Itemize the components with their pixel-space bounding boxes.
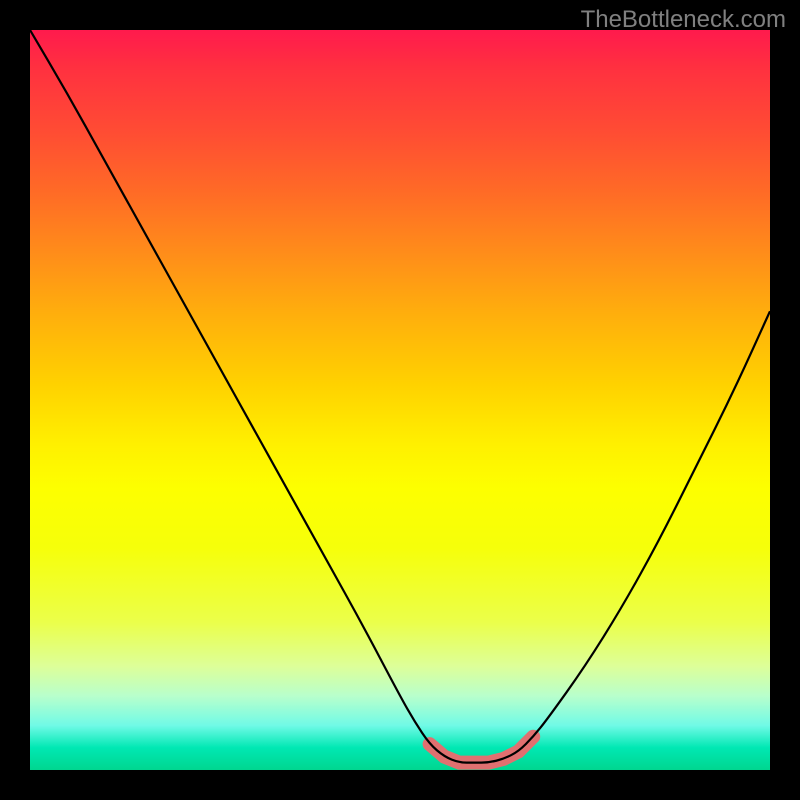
curve-layer — [30, 30, 770, 770]
plot-area — [30, 30, 770, 770]
bottleneck-curve — [30, 30, 770, 763]
watermark-text: TheBottleneck.com — [581, 6, 786, 34]
chart-container: TheBottleneck.com — [0, 0, 800, 800]
basin-highlight — [430, 737, 534, 763]
